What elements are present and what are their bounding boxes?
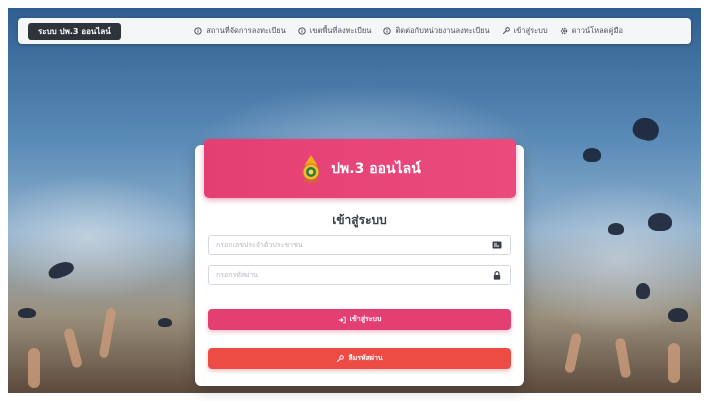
nav-item-contact[interactable]: ติดต่อกับหน่วยงานลงทะเบียน: [383, 25, 490, 37]
lock-icon: [491, 270, 503, 280]
password-field[interactable]: [208, 265, 511, 285]
password-input[interactable]: [209, 271, 491, 279]
id-number-field[interactable]: [208, 235, 511, 255]
nav-item-label: สถานที่จัดการลงทะเบียน: [206, 26, 286, 35]
login-button[interactable]: เข้าสู่ระบบ: [208, 309, 511, 330]
brand-button[interactable]: ระบบ ปพ.3 ออนไลน์: [28, 22, 121, 40]
card-title: ปพ.3 ออนไลน์: [331, 160, 421, 177]
info-circle-icon: [298, 27, 306, 35]
forgot-password-button[interactable]: ลืมรหัสผ่าน: [208, 348, 511, 369]
id-number-input[interactable]: [209, 241, 491, 249]
sign-in-icon: [338, 316, 346, 323]
nav-menu: สถานที่จัดการลงทะเบียน เขตพื้นที่ลงทะเบี…: [182, 25, 623, 37]
nav-item-label: ดาวน์โหลดคู่มือ: [571, 26, 623, 35]
nav-item-label: ติดต่อกับหน่วยงานลงทะเบียน: [395, 26, 490, 35]
gear-icon: [560, 27, 567, 35]
emblem-logo: [302, 154, 320, 183]
key-icon: [337, 354, 345, 362]
nav-item-label: เขตพื้นที่ลงทะเบียน: [309, 26, 372, 35]
nav-item-login[interactable]: เข้าสู่ระบบ: [502, 25, 548, 37]
key-icon: [502, 27, 510, 35]
forgot-password-button-label: ลืมรหัสผ่าน: [348, 354, 383, 362]
info-circle-icon: [194, 27, 202, 35]
login-button-label: เข้าสู่ระบบ: [349, 315, 382, 323]
nav-item-registration-areas[interactable]: เขตพื้นที่ลงทะเบียน: [298, 25, 372, 37]
card-header: ปพ.3 ออนไลน์: [204, 139, 516, 198]
login-heading: เข้าสู่ระบบ: [332, 213, 387, 227]
nav-item-label: เข้าสู่ระบบ: [513, 26, 548, 35]
info-circle-icon: [383, 27, 392, 35]
nav-item-download-manual[interactable]: ดาวน์โหลดคู่มือ: [560, 25, 623, 37]
nav-item-registration-places[interactable]: สถานที่จัดการลงทะเบียน: [194, 25, 286, 37]
id-card-icon: [491, 241, 503, 249]
login-card: ปพ.3 ออนไลน์ เข้าสู่ระบบ เข้าสู่ระบบ ลืม…: [195, 139, 524, 386]
top-navbar: ระบบ ปพ.3 ออนไลน์ สถานที่จัดการลงทะเบียน…: [18, 18, 691, 44]
